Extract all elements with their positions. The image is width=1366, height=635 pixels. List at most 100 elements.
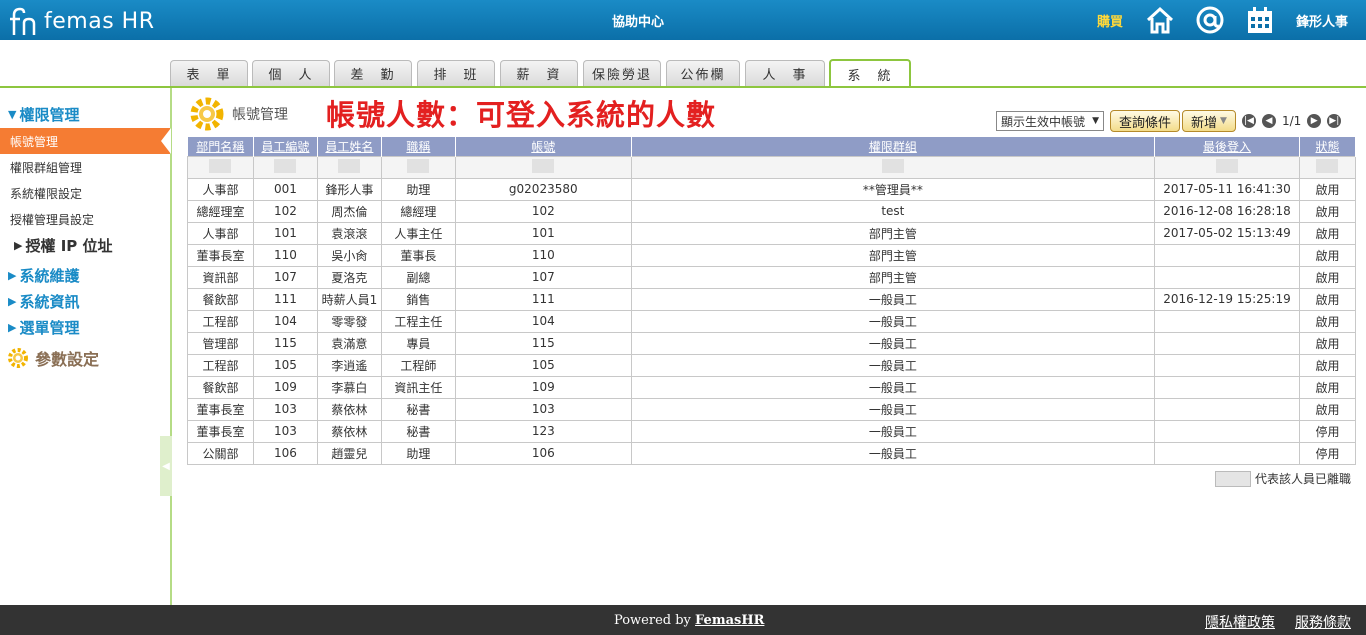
sidebar-section-label: 系統維護 <box>19 267 80 285</box>
femas-logo[interactable]: femas HR <box>8 4 154 38</box>
sidebar-item-admin-settings[interactable]: 授權管理員設定 <box>0 206 170 232</box>
column-header-employee-id[interactable]: 員工編號 <box>253 137 318 156</box>
cell-department: 董事長室 <box>187 397 254 421</box>
sidebar-item-permission-groups[interactable]: 權限群組管理 <box>0 154 170 180</box>
column-header-permission-group[interactable]: 權限群組 <box>631 137 1156 156</box>
prev-page-icon[interactable]: ◀ <box>1261 114 1276 128</box>
cell-employee-name: 李逍遙 <box>316 353 382 377</box>
cell-permission-group: test <box>630 199 1156 223</box>
cell-title: 副總 <box>380 265 456 289</box>
table-row[interactable]: 工程部 105 李逍遙 工程師 105 一般員工 啟用 <box>187 353 1357 377</box>
sidebar-item-system-permissions[interactable]: 系統權限設定 <box>0 180 170 206</box>
add-button[interactable]: 新增 ▼ <box>1182 110 1236 132</box>
cell-account[interactable]: 123 <box>454 419 632 443</box>
cell-employee-id: 107 <box>252 265 318 289</box>
sidebar-section-menu[interactable]: ▶ 選單管理 <box>8 317 79 338</box>
table-row[interactable]: 董事長室 103 蔡依林 秘書 103 一般員工 啟用 <box>187 397 1357 421</box>
filter-cell[interactable] <box>1154 155 1300 179</box>
cell-account[interactable]: 109 <box>454 375 632 399</box>
column-header-last-login[interactable]: 最後登入 <box>1154 137 1300 156</box>
caret-right-icon: ▶ <box>8 269 17 282</box>
table-row[interactable]: 公關部 106 趙靈兒 助理 106 一般員工 停用 <box>187 441 1357 465</box>
sidebar-section-permissions[interactable]: ▼ 權限管理 <box>8 104 79 125</box>
table-row[interactable]: 管理部 115 袁滿意 專員 115 一般員工 啟用 <box>187 331 1357 355</box>
dropdown-arrow-icon: ▼ <box>1092 116 1099 126</box>
cell-account[interactable]: 106 <box>454 441 632 465</box>
cell-employee-name: 袁滿意 <box>316 331 382 355</box>
column-header-employee-name[interactable]: 員工姓名 <box>317 137 382 156</box>
help-center-link[interactable]: 協助中心 <box>612 11 664 30</box>
sidebar: ▼ 權限管理 帳號管理 權限群組管理 系統權限設定 授權管理員設定 ▶ 授權 I… <box>0 88 172 605</box>
table-row[interactable]: 餐飲部 111 時薪人員1 銷售 111 一般員工 2016-12-19 15:25:19 啟… <box>187 287 1357 311</box>
column-header-status[interactable]: 狀態 <box>1299 137 1357 156</box>
filter-cell[interactable] <box>1298 155 1357 179</box>
cell-account[interactable]: 101 <box>454 221 632 245</box>
filter-cell[interactable] <box>454 155 632 179</box>
tab-insurance[interactable]: 保險勞退 <box>583 60 661 86</box>
tab-payroll[interactable]: 薪 資 <box>500 60 578 86</box>
footer: Powered by FemasHR 隱私權政策 服務條款 <box>0 605 1366 635</box>
sidebar-section-maintenance[interactable]: ▶ 系統維護 <box>8 265 79 286</box>
cell-account[interactable]: 105 <box>454 353 632 377</box>
table-row[interactable]: 餐飲部 109 李慕白 資訊主任 109 一般員工 啟用 <box>187 375 1357 399</box>
table-row[interactable]: 董事長室 103 蔡依林 秘書 123 一般員工 停用 <box>187 419 1357 443</box>
table-row[interactable]: 總經理室 102 周杰倫 總經理 102 test 2016-12-08 16:28:18 啟… <box>187 199 1357 223</box>
column-header-title[interactable]: 職稱 <box>381 137 456 156</box>
top-bar: femas HR 協助中心 購買 鋒形人事 <box>0 0 1366 40</box>
table-row[interactable]: 人事部 101 袁滾滾 人事主任 101 部門主管 2017-05-02 15:13:49 啟… <box>187 221 1357 245</box>
user-name[interactable]: 鋒形人事 <box>1296 11 1348 30</box>
cell-account[interactable]: 104 <box>454 309 632 333</box>
caret-right-icon: ▶ <box>14 239 23 252</box>
sidebar-section-label: 選單管理 <box>19 319 80 337</box>
buy-link[interactable]: 購買 <box>1097 11 1123 30</box>
tab-bulletin[interactable]: 公佈欄 <box>666 60 740 86</box>
sidebar-collapse-handle[interactable]: ◀ <box>160 436 172 496</box>
tab-system[interactable]: 系 統 <box>829 59 911 88</box>
cell-account[interactable]: 107 <box>454 265 632 289</box>
sidebar-item-ip-address[interactable]: ▶ 授權 IP 位址 <box>14 235 113 256</box>
account-filter-select[interactable]: 顯示生效中帳號 ▼ <box>996 111 1104 131</box>
tab-scheduling[interactable]: 排 班 <box>417 60 495 86</box>
femashr-link[interactable]: FemasHR <box>695 613 764 628</box>
filter-cell[interactable] <box>252 155 318 179</box>
cell-account[interactable]: g02023580 <box>454 177 632 201</box>
next-page-icon[interactable]: ▶ <box>1307 114 1322 128</box>
tab-forms[interactable]: 表 單 <box>170 60 248 86</box>
cell-account[interactable]: 111 <box>454 287 632 311</box>
filter-cell[interactable] <box>380 155 456 179</box>
cell-account[interactable]: 102 <box>454 199 632 223</box>
tab-hr[interactable]: 人 事 <box>745 60 825 86</box>
cell-account[interactable]: 110 <box>454 243 632 267</box>
home-icon[interactable] <box>1145 5 1175 35</box>
cell-employee-name: 蔡依林 <box>316 419 382 443</box>
sidebar-item-parameters[interactable]: 參數設定 <box>6 346 99 370</box>
cell-title: 董事長 <box>380 243 456 267</box>
first-page-icon[interactable]: |◀ <box>1241 114 1256 128</box>
calendar-icon[interactable] <box>1245 5 1275 35</box>
privacy-policy-link[interactable]: 隱私權政策 <box>1205 612 1275 632</box>
annotation-text: 帳號人數：可登入系統的人數 <box>326 98 717 132</box>
table-row[interactable]: 董事長室 110 吳小肏 董事長 110 部門主管 啟用 <box>187 243 1357 267</box>
filter-cell[interactable] <box>630 155 1156 179</box>
tab-attendance[interactable]: 差 勤 <box>334 60 412 86</box>
cell-department: 餐飲部 <box>187 287 254 311</box>
sidebar-item-account-management[interactable]: 帳號管理 <box>0 128 171 154</box>
cell-employee-id: 105 <box>252 353 318 377</box>
terms-of-service-link[interactable]: 服務條款 <box>1295 612 1351 632</box>
table-row[interactable]: 資訊部 107 夏洛克 副總 107 部門主管 啟用 <box>187 265 1357 289</box>
at-icon[interactable] <box>1195 5 1225 35</box>
filter-cell[interactable] <box>187 155 254 179</box>
tab-personal[interactable]: 個 人 <box>252 60 330 86</box>
column-header-account[interactable]: 帳號 <box>455 137 632 156</box>
cell-permission-group: 一般員工 <box>630 331 1156 355</box>
cell-account[interactable]: 103 <box>454 397 632 421</box>
query-conditions-button[interactable]: 查詢條件 <box>1110 110 1181 132</box>
last-page-icon[interactable]: ▶| <box>1327 114 1342 128</box>
table-row[interactable]: 人事部 001 鋒形人事 助理 g02023580 **管理員** 2017-05-11 1… <box>187 177 1357 201</box>
filter-cell[interactable] <box>316 155 382 179</box>
sidebar-section-info[interactable]: ▶ 系統資訊 <box>8 291 79 312</box>
cell-account[interactable]: 115 <box>454 331 632 355</box>
gear-icon <box>190 97 224 131</box>
column-header-department[interactable]: 部門名稱 <box>187 137 254 156</box>
table-row[interactable]: 工程部 104 零零發 工程主任 104 一般員工 啟用 <box>187 309 1357 333</box>
